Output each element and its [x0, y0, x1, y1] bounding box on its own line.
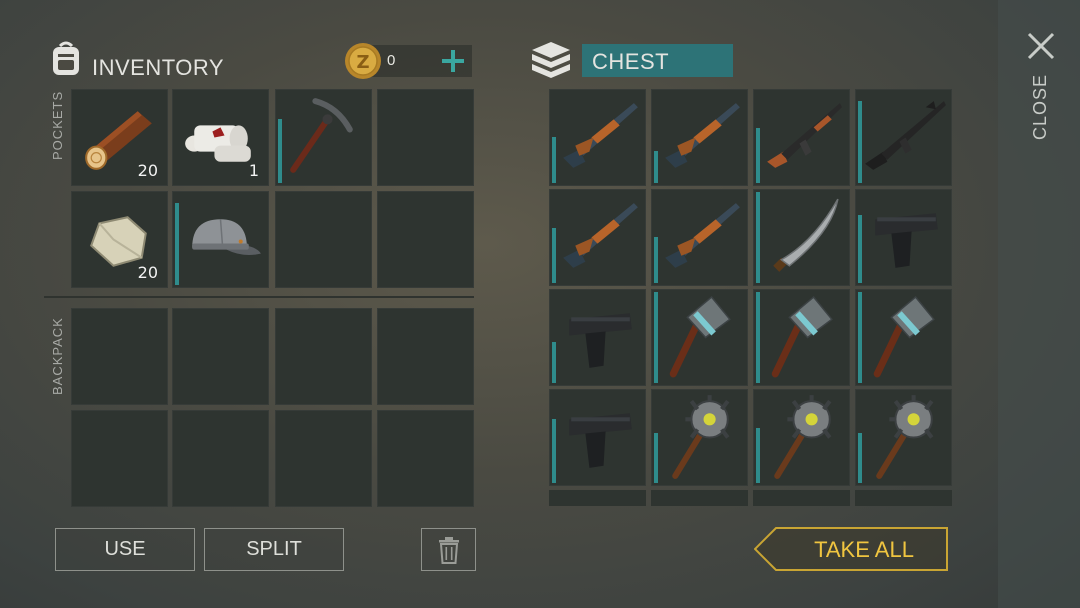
- add-coins-button[interactable]: [438, 46, 468, 76]
- durability-bar: [552, 228, 556, 283]
- take-all-button[interactable]: TAKE ALL: [754, 527, 948, 571]
- backpack-slot[interactable]: [172, 308, 269, 405]
- use-button[interactable]: USE: [55, 528, 195, 571]
- pocket-slot[interactable]: 20: [71, 89, 168, 186]
- durability-bar: [756, 292, 760, 383]
- chest-slot[interactable]: [855, 289, 952, 386]
- pocket-slot[interactable]: [275, 191, 372, 288]
- delete-button[interactable]: [421, 528, 476, 571]
- pistol-icon: [569, 313, 632, 368]
- durability-bar: [175, 203, 179, 285]
- coin-icon: Z: [344, 42, 382, 80]
- chest-title: CHEST: [592, 49, 670, 74]
- spiked-mace-icon: [774, 395, 832, 479]
- backpack-slot[interactable]: [377, 410, 474, 507]
- close-icon: [1027, 32, 1055, 60]
- close-button[interactable]: [1025, 30, 1057, 62]
- durability-bar: [654, 151, 658, 183]
- shotgun-icon: [665, 103, 740, 168]
- item-count: 1: [248, 161, 259, 180]
- spiked-mace-icon: [876, 395, 934, 479]
- chest-slot[interactable]: [753, 189, 850, 286]
- backpack-slot[interactable]: [275, 410, 372, 507]
- durability-bar: [552, 419, 556, 483]
- sledgehammer-icon: [873, 296, 935, 378]
- chest-icon: [528, 38, 574, 80]
- durability-bar: [756, 428, 760, 483]
- pistol-icon: [569, 413, 632, 468]
- durability-bar: [654, 237, 658, 283]
- backpack-slot[interactable]: [71, 410, 168, 507]
- backpack-label: BACKPACK: [50, 317, 65, 395]
- durability-bar: [552, 137, 556, 183]
- trash-icon: [438, 536, 459, 564]
- assault-rifle-icon: [767, 103, 842, 168]
- chest-slot[interactable]: [855, 189, 952, 286]
- pistol-icon: [875, 213, 938, 268]
- item-count: 20: [137, 263, 158, 282]
- durability-bar: [756, 192, 760, 283]
- durability-bar: [858, 101, 862, 183]
- backpack-slot[interactable]: [377, 308, 474, 405]
- section-divider: [44, 296, 474, 298]
- shotgun-icon: [665, 203, 740, 268]
- chest-slot[interactable]: [651, 289, 748, 386]
- backpack-slot[interactable]: [172, 410, 269, 507]
- sledgehammer-icon: [771, 296, 833, 378]
- svg-text:Z: Z: [356, 52, 369, 73]
- chest-slot[interactable]: [753, 389, 850, 486]
- backpack-slot[interactable]: [71, 308, 168, 405]
- machete-icon: [773, 198, 839, 272]
- chest-slot[interactable]: [651, 89, 748, 186]
- durability-bar: [756, 128, 760, 183]
- durability-bar: [552, 342, 556, 383]
- inventory-title: INVENTORY: [92, 55, 225, 80]
- durability-bar: [858, 215, 862, 283]
- pocket-slot[interactable]: [172, 191, 269, 288]
- backpack-slot[interactable]: [275, 308, 372, 405]
- pockets-label: POCKETS: [50, 90, 65, 160]
- m16-rifle-icon: [865, 101, 946, 170]
- pocket-slot[interactable]: [377, 89, 474, 186]
- chest-slot[interactable]: [549, 389, 646, 486]
- pickaxe-icon: [290, 98, 353, 173]
- chest-slot[interactable]: [753, 89, 850, 186]
- item-count: 20: [137, 161, 158, 180]
- split-button[interactable]: SPLIT: [204, 528, 344, 571]
- cap-icon: [192, 219, 261, 255]
- pocket-slot[interactable]: [377, 191, 474, 288]
- sledgehammer-icon: [669, 296, 731, 378]
- durability-bar: [654, 292, 658, 383]
- chest-next-row-hint: [549, 490, 953, 506]
- chest-slot[interactable]: [651, 389, 748, 486]
- pocket-slot[interactable]: [275, 89, 372, 186]
- shotgun-icon: [563, 203, 638, 268]
- chest-slot[interactable]: [651, 189, 748, 286]
- chest-slot[interactable]: [855, 89, 952, 186]
- close-label[interactable]: CLOSE: [1030, 74, 1051, 140]
- backpack-icon: [46, 38, 86, 78]
- chest-slot[interactable]: [549, 89, 646, 186]
- pocket-slot[interactable]: 20: [71, 191, 168, 288]
- spiked-mace-icon: [672, 395, 730, 479]
- plus-icon: [442, 50, 464, 72]
- pocket-slot[interactable]: 1: [172, 89, 269, 186]
- chest-slot[interactable]: [855, 389, 952, 486]
- coin-count: 0: [387, 52, 396, 69]
- shotgun-icon: [563, 103, 638, 168]
- durability-bar: [858, 292, 862, 383]
- durability-bar: [858, 433, 862, 483]
- durability-bar: [278, 119, 282, 183]
- chest-slot[interactable]: [753, 289, 850, 386]
- take-all-label: TAKE ALL: [814, 537, 914, 562]
- chest-slot[interactable]: [549, 189, 646, 286]
- chest-slot[interactable]: [549, 289, 646, 386]
- durability-bar: [654, 433, 658, 483]
